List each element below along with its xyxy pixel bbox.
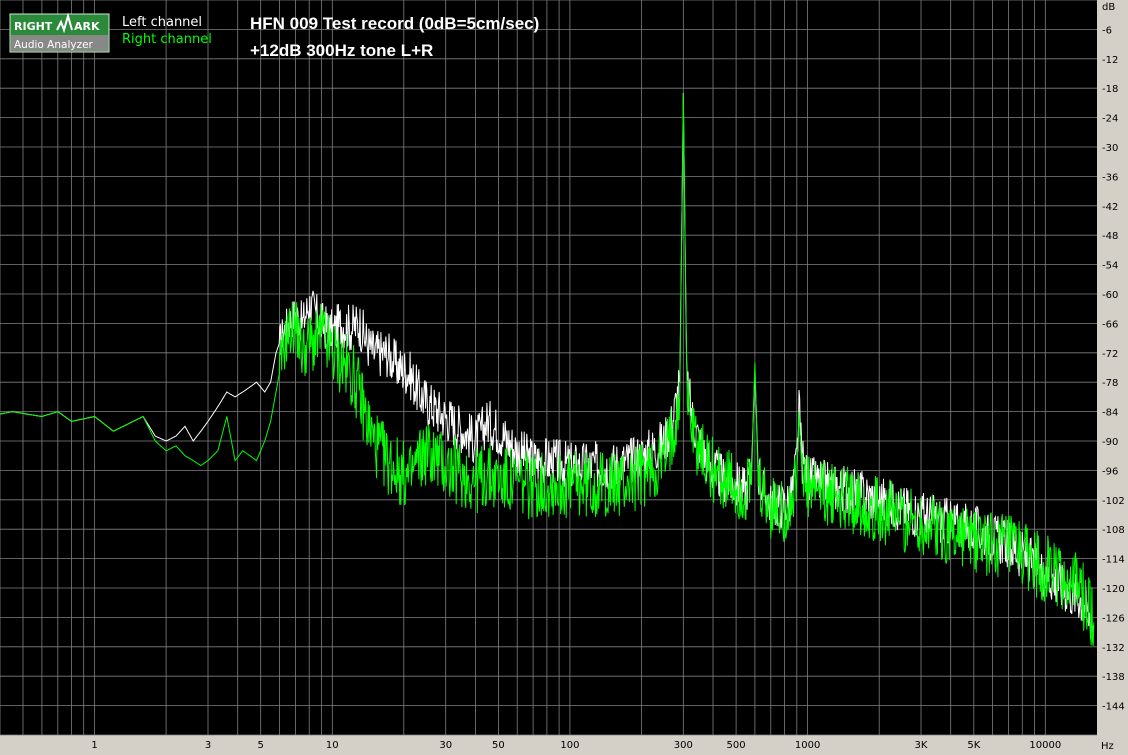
x-tick-label: 1000	[795, 740, 820, 751]
x-tick-label: 10	[326, 740, 339, 751]
plot-area	[0, 0, 1097, 735]
x-tick-label: 500	[727, 740, 746, 751]
y-tick-label: -144	[1102, 702, 1125, 713]
legend-left-channel: Left channel	[122, 15, 202, 30]
y-tick-label: -42	[1102, 202, 1118, 213]
x-tick-label: 3	[205, 740, 211, 751]
spectrum-chart: 1 3 5 10 30 50 100 300 500 1000 3K 5K 10000 -6 -12 -18…	[0, 0, 1128, 755]
chart-subtitle: +12dB 300Hz tone L+R	[250, 41, 433, 60]
y-tick-label: -30	[1102, 143, 1118, 154]
y-tick-label: -114	[1102, 555, 1125, 566]
y-tick-label: -84	[1102, 408, 1118, 419]
y-tick-label: -126	[1102, 613, 1125, 624]
y-tick-label: -108	[1102, 525, 1125, 536]
y-tick-label: -54	[1102, 261, 1118, 272]
legend-right-channel: Right channel	[122, 32, 212, 47]
x-tick-label: 1	[91, 740, 97, 751]
chart-title: HFN 009 Test record (0dB=5cm/sec)	[250, 14, 539, 33]
x-tick-label: 100	[560, 740, 579, 751]
y-tick-label: -24	[1102, 114, 1118, 125]
y-tick-label: -78	[1102, 378, 1118, 389]
y-tick-label: -102	[1102, 496, 1125, 507]
y-tick-label: -18	[1102, 84, 1118, 95]
x-tick-label: 30	[439, 740, 452, 751]
x-tick-label: 5	[258, 740, 264, 751]
y-tick-label: -138	[1102, 672, 1125, 683]
x-tick-label: 50	[492, 740, 505, 751]
y-axis-unit: dB	[1102, 2, 1115, 13]
logo-text-right: RIGHT	[14, 20, 53, 33]
rightmark-logo: RIGHT ARK Audio Analyzer	[9, 12, 110, 53]
y-tick-label: -6	[1102, 25, 1112, 36]
logo-text-ark: ARK	[74, 20, 100, 33]
x-tick-label: 10000	[1029, 740, 1061, 751]
x-tick-label: 300	[674, 740, 693, 751]
y-tick-label: -120	[1102, 584, 1125, 595]
y-tick-label: -132	[1102, 643, 1125, 654]
y-tick-label: -48	[1102, 231, 1118, 242]
x-tick-label: 5K	[967, 740, 980, 751]
logo-text-audio-analyzer: Audio Analyzer	[14, 39, 94, 51]
y-tick-label: -72	[1102, 349, 1118, 360]
x-axis-unit: Hz	[1101, 741, 1114, 752]
y-tick-label: -96	[1102, 466, 1118, 477]
y-tick-label: -36	[1102, 172, 1118, 183]
y-tick-label: -90	[1102, 437, 1118, 448]
y-tick-label: -12	[1102, 55, 1118, 66]
x-tick-label: 3K	[915, 740, 928, 751]
y-tick-label: -60	[1102, 290, 1118, 301]
y-tick-label: -66	[1102, 319, 1118, 330]
